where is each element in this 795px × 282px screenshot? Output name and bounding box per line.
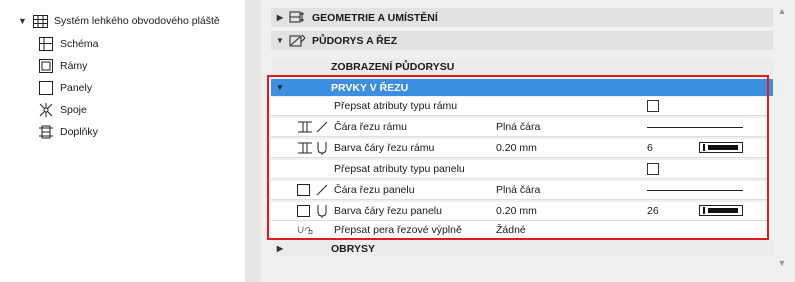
chevron-right-icon[interactable]: ▶ — [271, 244, 289, 253]
scroll-down-icon[interactable]: ▼ — [776, 258, 788, 268]
tree-root-label: Systém lehkého obvodového pláště — [54, 15, 220, 27]
frame-cut-pen-number[interactable]: 6 — [647, 142, 653, 154]
row-label: Přepsat atributy typu panelu — [334, 163, 465, 175]
subsection-title: PRVKY V ŘEZU — [331, 81, 409, 94]
frame-icon — [297, 141, 315, 155]
settings-tree: ▼ Systém lehkého obvodového pláště Schém… — [0, 0, 245, 282]
row-label: Barva čáry řezu rámu — [334, 142, 435, 154]
schema-icon — [38, 36, 54, 52]
tree-item-frames[interactable]: Rámy — [38, 55, 87, 77]
override-panel-checkbox[interactable] — [647, 163, 659, 175]
panel-icon — [297, 183, 315, 197]
tree-item-junctions[interactable]: Spoje — [38, 99, 87, 121]
chevron-right-icon[interactable]: ▶ — [271, 13, 289, 22]
row-override-panel: Přepsat atributy typu panelu — [271, 160, 767, 179]
pen-icon — [315, 204, 329, 218]
panel-cut-pen-weight: 0.20 mm — [496, 205, 537, 217]
chevron-down-icon[interactable]: ▼ — [18, 16, 32, 26]
tree-item-accessories[interactable]: Doplňky — [38, 121, 98, 143]
row-panel-cut-pen: Barva čáry řezu panelu 0.20 mm 26 — [271, 202, 767, 221]
tree-item-label: Schéma — [60, 38, 99, 50]
row-label: Čára řezu panelu — [334, 184, 415, 196]
line-type-icon — [315, 120, 329, 134]
row-override-frame: Přepsat atributy typu rámu — [271, 97, 767, 116]
section-floorplan-section[interactable]: ▼ PŮDORYS A ŘEZ — [271, 31, 783, 50]
tree-item-panels[interactable]: Panely — [38, 77, 92, 99]
line-preview[interactable] — [647, 190, 743, 191]
panel-cut-line-value[interactable]: Plná čára — [496, 184, 540, 196]
row-label: Přepsat atributy typu rámu — [334, 100, 458, 112]
subsection-title: ZOBRAZENÍ PŮDORYSU — [331, 60, 455, 73]
panel-cut-pen-number[interactable]: 26 — [647, 205, 659, 217]
frame-icon — [297, 120, 315, 134]
row-label: Čára řezu rámu — [334, 121, 407, 133]
subsection-floorplan-display[interactable]: ZOBRAZENÍ PŮDORYSU — [271, 58, 775, 75]
pen-preview[interactable] — [699, 142, 743, 153]
row-override-fill-pens: Přepsat pera řezové výplně Žádné — [271, 221, 767, 240]
junctions-icon — [38, 102, 54, 118]
line-preview[interactable] — [647, 127, 743, 128]
tree-item-label: Doplňky — [60, 126, 98, 138]
tree-item-label: Rámy — [60, 60, 88, 72]
subsection-outlines[interactable]: ▶ OBRYSY — [271, 240, 775, 257]
floorplan-section-icon — [289, 33, 307, 49]
row-frame-cut-line: Čára řezu rámu Plná čára — [271, 118, 767, 137]
override-frame-checkbox[interactable] — [647, 100, 659, 112]
fill-pens-value[interactable]: Žádné — [496, 224, 526, 236]
accessories-icon — [38, 124, 54, 140]
row-label: Přepsat pera řezové výplně — [334, 224, 462, 236]
frame-cut-pen-weight: 0.20 mm — [496, 142, 537, 154]
panels-icon — [38, 80, 54, 96]
row-frame-cut-pen: Barva čáry řezu rámu 0.20 mm 6 — [271, 139, 767, 158]
fill-pen-icon — [297, 223, 315, 237]
pen-icon — [315, 141, 329, 155]
tree-item-schema[interactable]: Schéma — [38, 33, 99, 55]
chevron-down-icon[interactable]: ▼ — [271, 83, 289, 92]
scrollbar[interactable]: ▲ ▼ — [773, 0, 795, 282]
frames-icon — [38, 58, 54, 74]
subsection-title: OBRYSY — [331, 242, 375, 255]
pen-preview[interactable] — [699, 205, 743, 216]
frame-cut-line-value[interactable]: Plná čára — [496, 121, 540, 133]
tree-item-label: Spoje — [60, 104, 87, 116]
tree-item-label: Panely — [60, 82, 93, 94]
section-title: PŮDORYS A ŘEZ — [312, 34, 398, 47]
chevron-down-icon[interactable]: ▼ — [271, 36, 289, 45]
pane-divider[interactable] — [245, 0, 261, 282]
geometry-icon — [289, 10, 307, 26]
row-label: Barva čáry řezu panelu — [334, 205, 442, 217]
section-geometry[interactable]: ▶ GEOMETRIE A UMÍSTĚNÍ — [271, 8, 783, 27]
tree-root-curtain-wall[interactable]: ▼ Systém lehkého obvodového pláště — [0, 10, 220, 32]
panel-icon — [297, 204, 315, 218]
row-panel-cut-line: Čára řezu panelu Plná čára — [271, 181, 767, 200]
line-type-icon — [315, 183, 329, 197]
scroll-up-icon[interactable]: ▲ — [776, 6, 788, 16]
subsection-cut-elements[interactable]: ▼ PRVKY V ŘEZU — [271, 79, 775, 96]
curtain-wall-icon — [32, 13, 48, 29]
settings-panel: ▶ GEOMETRIE A UMÍSTĚNÍ ▼ PŮDORYS A ŘEZ Z… — [261, 0, 795, 282]
section-title: GEOMETRIE A UMÍSTĚNÍ — [312, 11, 438, 24]
